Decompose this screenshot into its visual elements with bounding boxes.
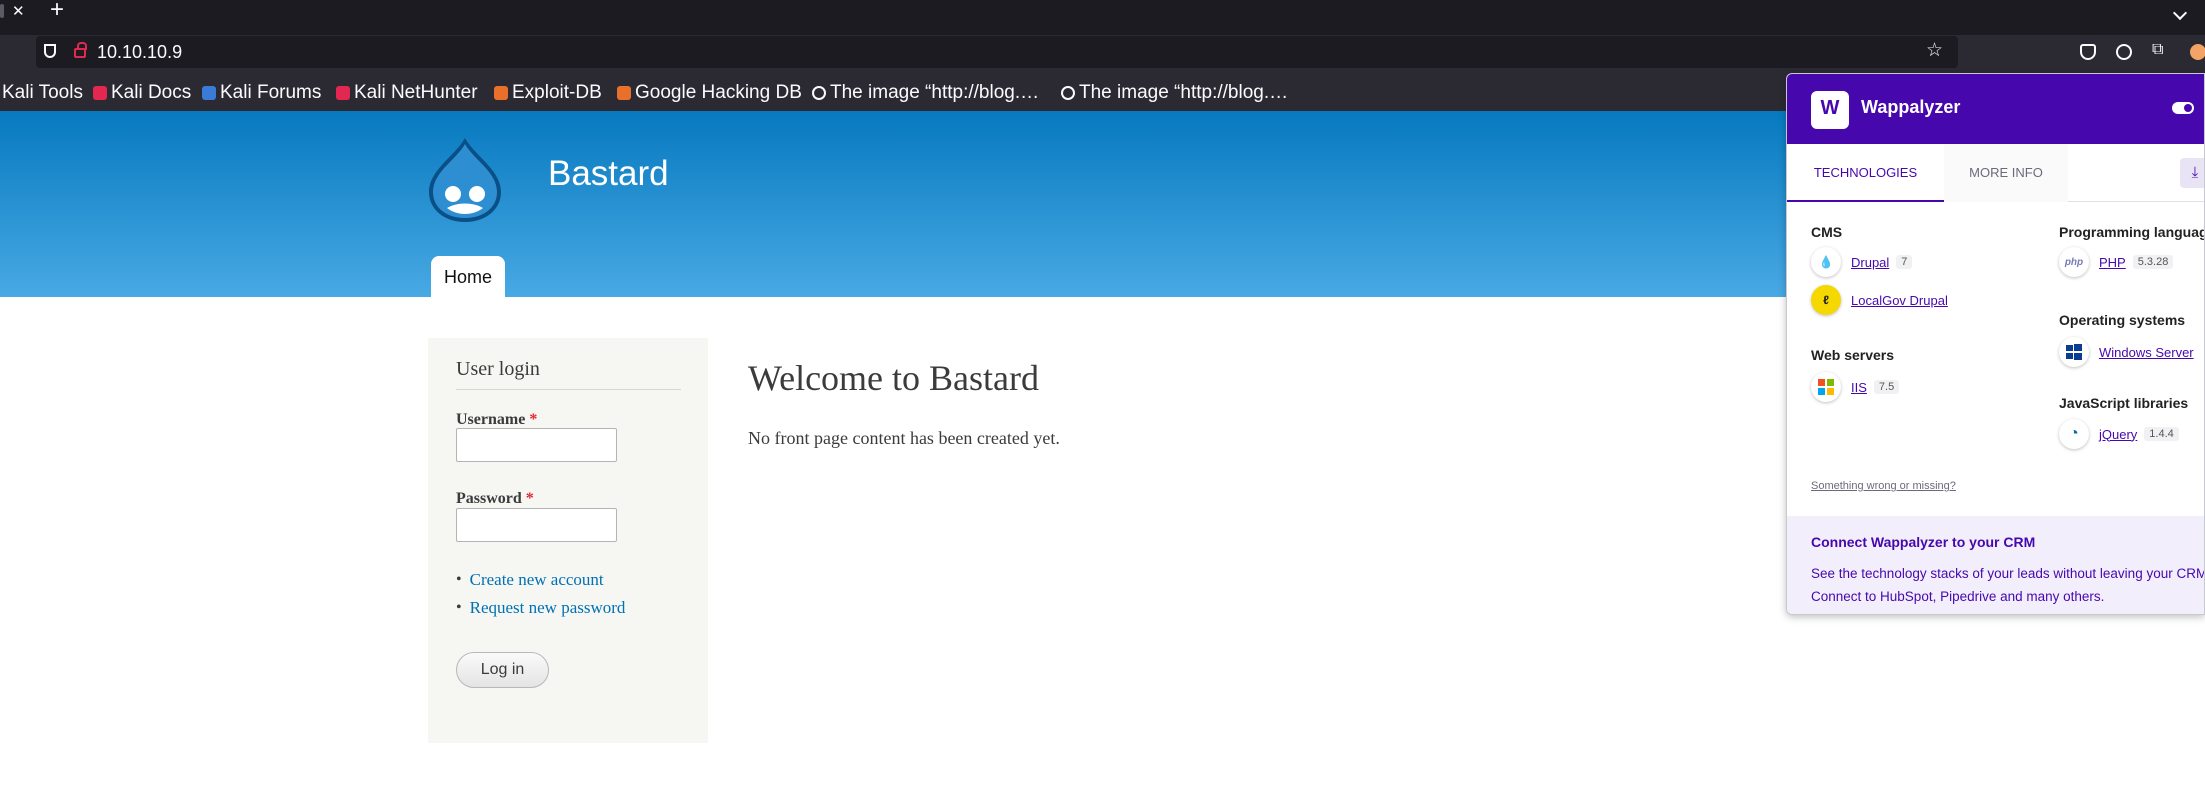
wappalyzer-title: Wappalyzer <box>1861 97 1961 117</box>
drupal-logo-icon[interactable] <box>427 136 503 224</box>
lock-icon[interactable] <box>74 42 87 58</box>
site-name[interactable]: Bastard <box>548 154 669 194</box>
kali-docs-icon <box>93 86 107 100</box>
bookmark-label: Kali Forums <box>220 82 322 103</box>
something-wrong-link[interactable]: Something wrong or missing? <box>1811 480 1956 492</box>
tech-jquery[interactable]: ◔ jQuery 1.4.4 <box>2059 419 2179 449</box>
bookmark-item[interactable]: The image “http://blog.… <box>1061 82 1288 104</box>
tech-name[interactable]: Windows Server <box>2099 345 2194 360</box>
crm-banner: Connect Wappalyzer to your CRM See the t… <box>1787 516 2205 614</box>
tech-name[interactable]: jQuery <box>2099 427 2137 442</box>
tech-windows-server[interactable]: Windows Server <box>2059 337 2194 367</box>
request-password-link[interactable]: Request new password <box>456 594 626 622</box>
tab-technologies[interactable]: TECHNOLOGIES <box>1787 144 1944 202</box>
user-login-title: User login <box>456 358 681 390</box>
bookmark-label: Kali Tools <box>2 82 83 103</box>
tech-iis[interactable]: IIS 7.5 <box>1811 372 1900 402</box>
navigation-bar: 10.10.10.9 ☆ ⧉ <box>0 35 2205 73</box>
wappalyzer-logo-icon <box>1811 91 1849 129</box>
create-account-link[interactable]: Create new account <box>456 566 625 594</box>
bookmark-item[interactable]: Google Hacking DB <box>617 82 802 104</box>
tech-version: 7 <box>1896 255 1913 269</box>
crm-text: See the technology stacks of your leads … <box>1811 566 2205 604</box>
bookmark-item[interactable]: Kali Forums <box>202 82 321 104</box>
bookmark-item[interactable]: Kali Tools <box>2 82 83 104</box>
category-web-servers: Web servers <box>1811 347 1895 363</box>
wappalyzer-popup: Wappalyzer TECHNOLOGIES MORE INFO ⤓ CMS … <box>1786 73 2205 615</box>
jquery-icon: ◔ <box>2059 419 2089 449</box>
required-marker: * <box>525 490 534 507</box>
nethunter-icon <box>336 86 350 100</box>
bookmark-star-icon[interactable]: ☆ <box>1926 39 1943 62</box>
new-tab-icon[interactable]: + <box>50 0 64 22</box>
ghdb-icon <box>617 86 631 100</box>
exploitdb-icon <box>494 86 508 100</box>
password-label: Password * <box>456 490 534 507</box>
password-input[interactable] <box>456 508 617 542</box>
tech-drupal[interactable]: 💧 Drupal 7 <box>1811 247 1913 277</box>
bookmark-item[interactable]: Kali Docs <box>93 82 191 104</box>
page-body: No front page content has been created y… <box>748 428 1060 448</box>
page-title: Welcome to Bastard <box>748 358 1040 398</box>
account-icon[interactable] <box>2116 44 2132 60</box>
username-input[interactable] <box>456 428 617 462</box>
tech-name[interactable]: Drupal <box>1851 255 1889 270</box>
close-tab-icon[interactable]: ✕ <box>12 2 25 20</box>
php-icon: php <box>2059 247 2089 277</box>
bookmark-label: Google Hacking DB <box>635 82 802 103</box>
drupal-icon: 💧 <box>1811 247 1841 277</box>
download-icon[interactable]: ⤓ <box>2180 158 2204 188</box>
bookmark-label: Kali NetHunter <box>354 82 478 103</box>
required-marker: * <box>529 411 538 428</box>
category-operating-systems: Operating systems <box>2059 312 2186 328</box>
tab-stub[interactable] <box>0 4 4 18</box>
bookmark-label: The image “http://blog.… <box>1079 82 1289 103</box>
windows-server-icon <box>2059 337 2089 367</box>
globe-icon <box>1061 86 1075 100</box>
extensions-icon[interactable]: ⧉ <box>2152 41 2168 58</box>
username-label: Username * <box>456 411 538 428</box>
tab-bar: ✕ + <box>0 0 2205 35</box>
chevron-down-icon[interactable] <box>2172 5 2188 21</box>
shield-icon[interactable] <box>44 44 56 58</box>
tab-more-info[interactable]: MORE INFO <box>1944 144 2068 202</box>
pocket-icon[interactable] <box>2080 44 2096 60</box>
globe-icon <box>812 86 826 100</box>
bookmark-label: The image “http://blog.… <box>830 82 1040 103</box>
wappalyzer-icon[interactable] <box>2190 44 2205 60</box>
wappalyzer-toggle[interactable] <box>2172 102 2194 114</box>
crm-title[interactable]: Connect Wappalyzer to your CRM <box>1811 534 2035 550</box>
tech-localgov-drupal[interactable]: ℓ LocalGov Drupal <box>1811 285 1948 315</box>
tech-version: 1.4.4 <box>2144 427 2179 441</box>
tech-name[interactable]: LocalGov Drupal <box>1851 293 1948 308</box>
localgov-icon: ℓ <box>1811 285 1841 315</box>
wappalyzer-header: Wappalyzer <box>1787 74 2204 144</box>
tech-name[interactable]: PHP <box>2099 255 2126 270</box>
bookmark-label: Exploit-DB <box>512 82 602 103</box>
tab-home[interactable]: Home <box>431 256 505 297</box>
user-login-block: User login Username * Password * Create … <box>428 338 708 743</box>
category-javascript-libraries: JavaScript libraries <box>2059 395 2189 411</box>
bookmark-item[interactable]: The image “http://blog.… <box>812 82 1039 104</box>
bookmark-label: Kali Docs <box>111 82 192 103</box>
login-button[interactable]: Log in <box>456 652 549 688</box>
tech-name[interactable]: IIS <box>1851 380 1867 395</box>
kali-forums-icon <box>202 86 216 100</box>
url-text[interactable]: 10.10.10.9 <box>97 42 182 63</box>
bookmark-item[interactable]: Exploit-DB <box>494 82 602 104</box>
category-cms: CMS <box>1811 224 1843 240</box>
windows-icon <box>1811 372 1841 402</box>
tech-php[interactable]: php PHP 5.3.28 <box>2059 247 2174 277</box>
tech-version: 5.3.28 <box>2132 255 2174 269</box>
bookmark-item[interactable]: Kali NetHunter <box>336 82 478 104</box>
category-programming-languages: Programming languag <box>2059 224 2205 240</box>
url-bar[interactable] <box>36 36 1958 68</box>
tech-version: 7.5 <box>1873 380 1900 394</box>
wappalyzer-tabs: TECHNOLOGIES MORE INFO ⤓ <box>1787 144 2204 202</box>
login-links: Create new account Request new password <box>456 566 626 622</box>
